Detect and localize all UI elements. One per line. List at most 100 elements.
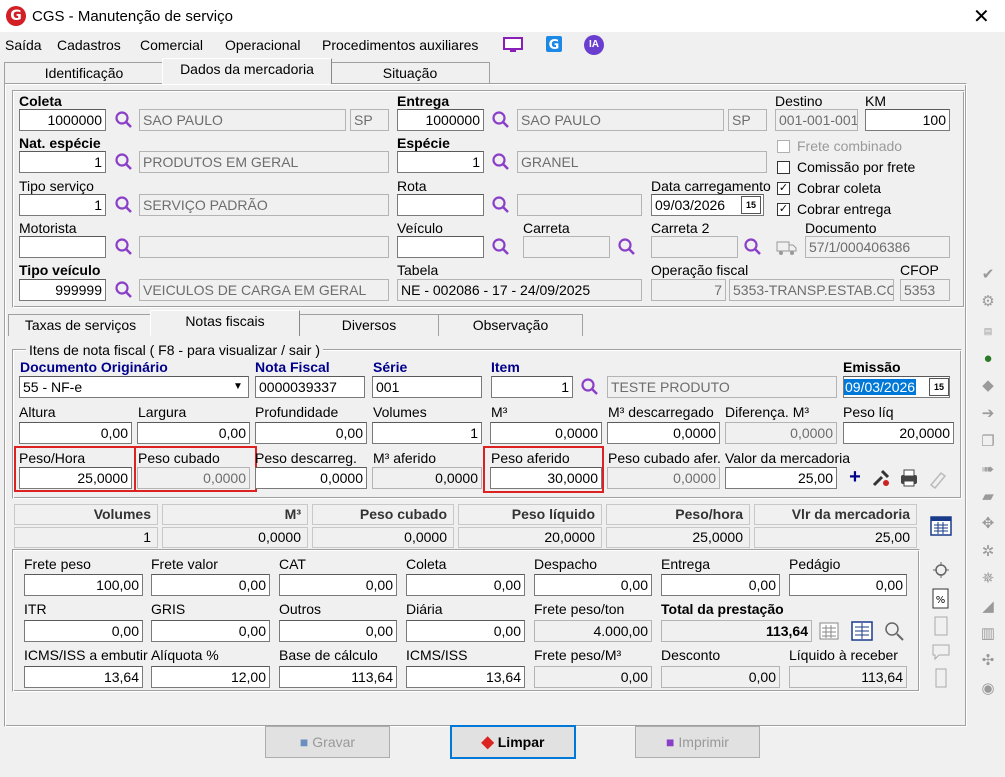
rota-code-input[interactable] [397, 194, 484, 216]
map-icon[interactable]: ◉ [979, 680, 997, 698]
bug-settings-icon[interactable] [931, 560, 951, 580]
search-icon[interactable] [491, 152, 511, 172]
percent-doc-icon[interactable]: % [931, 588, 951, 610]
calendar-icon[interactable]: 15 [741, 196, 761, 214]
altura-input[interactable]: 0,00 [19, 422, 132, 444]
frete-combinado-checkbox[interactable] [777, 140, 790, 153]
close-icon[interactable]: ✕ [973, 4, 990, 28]
diaria-input[interactable]: 0,00 [406, 620, 525, 642]
pedagio-input[interactable]: 0,00 [789, 574, 907, 596]
cat-input[interactable]: 0,00 [279, 574, 397, 596]
tab-situacao[interactable]: Situação [330, 62, 490, 84]
gear-icon[interactable]: ✲ [979, 543, 997, 561]
menu-cadastros[interactable]: Cadastros [57, 37, 121, 53]
search-icon[interactable] [114, 280, 134, 300]
gravar-button[interactable]: ■ Gravar [265, 726, 390, 758]
imprimir-button[interactable]: ■ Imprimir [635, 726, 760, 758]
entrega-frete-input[interactable]: 0,00 [661, 574, 780, 596]
search-icon[interactable] [114, 152, 134, 172]
coleta-frete-input[interactable]: 0,00 [406, 574, 525, 596]
entrega-code-input[interactable]: 1000000 [397, 109, 484, 131]
search-icon[interactable] [491, 110, 511, 130]
tools-icon[interactable] [870, 467, 892, 489]
peso-liq-input[interactable]: 20,0000 [843, 422, 954, 444]
tab-identificacao[interactable]: Identificação [4, 62, 164, 84]
outros-input[interactable]: 0,00 [279, 620, 397, 642]
ia-icon[interactable]: IA [584, 35, 604, 55]
item-code-input[interactable]: 1 [491, 376, 573, 398]
icms-iss-input[interactable]: 13,64 [406, 666, 525, 688]
printer-icon[interactable] [898, 467, 920, 489]
tab-taxas-servicos[interactable]: Taxas de serviços [8, 314, 153, 336]
forward-doc-icon[interactable]: ➔ [979, 405, 997, 423]
limpar-button[interactable]: ◆ Limpar [450, 725, 576, 759]
profundidade-input[interactable]: 0,00 [255, 422, 367, 444]
coleta-code-input[interactable]: 1000000 [19, 109, 106, 131]
nota-fiscal-input[interactable]: 0000039337 [255, 376, 365, 398]
doc-orig-select[interactable]: 55 - NF-e [19, 376, 249, 398]
calendar-icon[interactable]: 15 [929, 378, 949, 396]
cogs-icon[interactable]: ✣ [979, 652, 997, 670]
comissao-checkbox[interactable] [777, 161, 790, 174]
m3-input[interactable]: 0,0000 [490, 422, 602, 444]
globe-icon[interactable]: ● [979, 350, 997, 368]
checkmark-icon[interactable]: ✔ [979, 266, 997, 284]
cobrar-entrega-checkbox[interactable]: ✓ [777, 203, 790, 216]
tab-notas-fiscais[interactable]: Notas fiscais [150, 310, 300, 336]
chevron-down-icon[interactable]: ▼ [229, 378, 247, 396]
ledger-icon[interactable] [850, 620, 874, 642]
valor-mercadoria-input[interactable]: 25,00 [725, 467, 837, 489]
base-calculo-input[interactable]: 113,64 [279, 666, 397, 688]
veiculo-input[interactable] [397, 236, 484, 258]
truck-icon[interactable]: ▰ [979, 488, 997, 506]
search-icon[interactable] [491, 195, 511, 215]
tab-diversos[interactable]: Diversos [298, 314, 440, 336]
peso-hora-input[interactable]: 25,0000 [19, 467, 132, 489]
peso-aferido-input[interactable]: 30,0000 [490, 467, 602, 489]
largura-input[interactable]: 0,00 [137, 422, 250, 444]
nat-especie-code-input[interactable]: 1 [19, 151, 106, 173]
tag-icon[interactable]: ◢ [979, 598, 997, 616]
search-icon[interactable] [491, 237, 511, 257]
menu-operacional[interactable]: Operacional [225, 37, 301, 53]
tab-dados-mercadoria[interactable]: Dados da mercadoria [162, 58, 332, 84]
book-icon[interactable]: ▥ [979, 625, 997, 643]
settings-icon[interactable]: ✵ [979, 570, 997, 588]
serie-input[interactable]: 001 [372, 376, 482, 398]
menu-comercial[interactable]: Comercial [140, 37, 203, 53]
despacho-input[interactable]: 0,00 [534, 574, 652, 596]
search-icon[interactable] [743, 237, 763, 257]
frete-valor-input[interactable]: 0,00 [151, 574, 270, 596]
search-icon[interactable] [617, 237, 637, 257]
calculator-table-icon[interactable] [819, 622, 839, 640]
tab-observacao[interactable]: Observação [438, 314, 583, 336]
tipo-servico-code-input[interactable]: 1 [19, 194, 106, 216]
grid-view-icon[interactable] [930, 516, 952, 536]
tax-calc-icon[interactable] [883, 620, 907, 642]
search-icon[interactable] [580, 377, 600, 397]
copy-icon[interactable]: ❐ [979, 433, 997, 451]
peso-descarreg-input[interactable]: 0,0000 [255, 467, 367, 489]
m3-descarregado-input[interactable]: 0,0000 [607, 422, 720, 444]
motorista-code-input[interactable] [19, 236, 106, 258]
cobrar-coleta-checkbox[interactable]: ✓ [777, 182, 790, 195]
g-brand-icon[interactable]: G [545, 35, 563, 53]
gris-input[interactable]: 0,00 [151, 620, 270, 642]
especie-code-input[interactable]: 1 [397, 151, 484, 173]
menu-procedimentos[interactable]: Procedimentos auxiliares [322, 37, 478, 53]
eraser-icon[interactable]: ◆ [979, 377, 997, 395]
aliquota-input[interactable]: 12,00 [151, 666, 270, 688]
tipo-veiculo-code-input[interactable]: 999999 [19, 279, 106, 301]
search-icon[interactable] [114, 237, 134, 257]
itr-input[interactable]: 0,00 [24, 620, 143, 642]
add-item-icon[interactable]: + [845, 467, 865, 488]
ciot-icon[interactable]: ▤ [979, 322, 997, 340]
truck-arrow-icon[interactable]: ➠ [979, 461, 997, 479]
tabela-field[interactable]: NE - 002086 - 17 - 24/09/2025 [397, 279, 642, 301]
search-icon[interactable] [114, 110, 134, 130]
puzzle-icon[interactable]: ✥ [979, 515, 997, 533]
volumes-input[interactable]: 1 [372, 422, 482, 444]
menu-saida[interactable]: Saída [5, 37, 42, 53]
monitor-icon[interactable] [502, 35, 524, 55]
frete-peso-input[interactable]: 100,00 [24, 574, 143, 596]
